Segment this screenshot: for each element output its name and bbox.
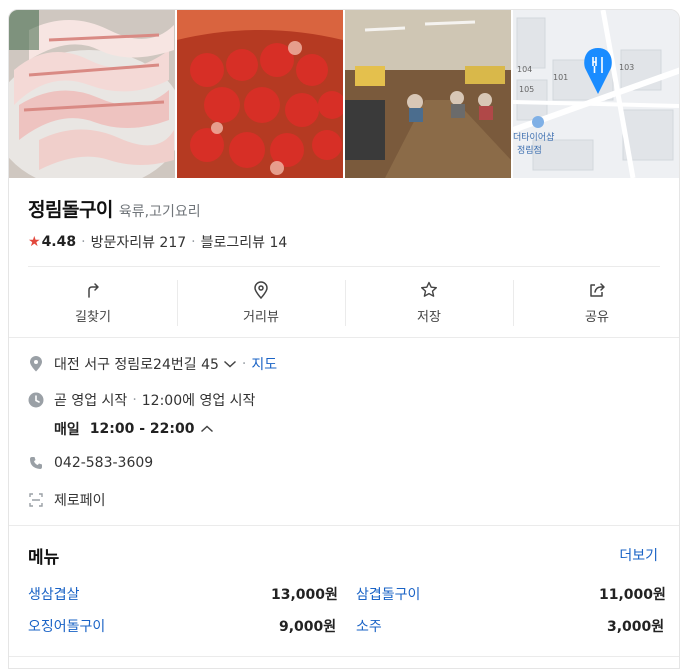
payment-method: 제로페이 (54, 493, 106, 509)
payment-row: 제로페이 (28, 490, 106, 510)
street-view-button[interactable]: 거리뷰 (177, 276, 345, 336)
hours-detail-row[interactable]: 매일 12:00 - 22:00 (54, 419, 214, 439)
map-label: 더타이어샵 (513, 132, 554, 143)
visitor-reviews-link[interactable]: 방문자리뷰 217 (91, 232, 187, 252)
menu-item-price: 13,000원 (271, 587, 338, 603)
photo-strip: 104 101 103 105 더타이어샵 정림점 (9, 10, 679, 178)
chevron-down-icon[interactable] (223, 359, 237, 369)
save-label: 저장 (417, 310, 441, 325)
menu-item-name: 생삼겹살 (28, 587, 80, 603)
chevron-up-icon[interactable] (200, 424, 214, 434)
menu-item[interactable]: 삼겹돌구이 (356, 584, 420, 604)
menu-item[interactable]: 소주 (356, 616, 382, 636)
rating-row: ★ 4.48 · 방문자리뷰 217 · 블로그리뷰 14 (28, 232, 288, 252)
map-label: 101 (553, 73, 568, 82)
menu-item-name: 오징어돌구이 (28, 619, 106, 635)
hours-time: 12:00 - 22:00 (89, 421, 195, 437)
share-button[interactable]: 공유 (513, 276, 679, 336)
hours-status-row: 곧 영업 시작 · 12:00에 영업 시작 (28, 390, 255, 410)
star-outline-icon (421, 281, 437, 297)
phone-icon (28, 455, 44, 471)
address-text: 대전 서구 정림로24번길 45 (54, 357, 219, 373)
star-icon: ★ (28, 234, 41, 250)
menu-more-link[interactable]: 더보기 (619, 545, 658, 565)
directions-icon (88, 283, 99, 298)
photo-restaurant-interior[interactable] (345, 10, 511, 178)
place-category: 육류,고기요리 (118, 204, 201, 220)
scan-icon (28, 492, 44, 508)
action-bar: 길찾기 거리뷰 저장 공유 (9, 276, 679, 336)
menu-item-name: 삼겹돌구이 (356, 587, 421, 603)
menu-item-price: 9,000원 (279, 619, 337, 635)
menu-item-name: 소주 (356, 619, 382, 635)
location-pin-icon (254, 281, 268, 300)
place-header: 정림돌구이 육류,고기요리 ★ 4.48 · 방문자리뷰 217 · 블로그리뷰… (28, 195, 287, 252)
menu-item[interactable]: 오징어돌구이 (28, 616, 105, 636)
phone-number[interactable]: 042-583-3609 (54, 455, 153, 471)
map-thumbnail[interactable]: 104 101 103 105 더타이어샵 정림점 (513, 10, 679, 178)
address-row: 대전 서구 정림로24번길 45 · 지도 (28, 354, 277, 374)
map-label: 103 (619, 63, 634, 72)
menu-title: 메뉴 (28, 548, 60, 568)
share-icon (590, 283, 605, 297)
business-status: 곧 영업 시작 (54, 393, 128, 409)
phone-row: 042-583-3609 (28, 455, 153, 471)
menu-item-price: 11,000원 (599, 587, 666, 603)
map-link[interactable]: 지도 (251, 354, 277, 374)
location-pin-icon (28, 356, 44, 372)
share-label: 공유 (585, 310, 609, 325)
divider (28, 266, 660, 267)
menu-item[interactable]: 생삼겹살 (28, 584, 80, 604)
place-name[interactable]: 정림돌구이 (28, 195, 113, 222)
map-label: 104 (517, 65, 532, 74)
directions-label: 길찾기 (75, 310, 111, 325)
divider (9, 656, 679, 657)
menu-item-price: 3,000원 (607, 619, 665, 635)
business-status-detail: 12:00에 영업 시작 (141, 393, 256, 409)
hours-day: 매일 (54, 422, 80, 438)
rating-score: 4.48 (41, 234, 77, 250)
save-button[interactable]: 저장 (345, 276, 513, 336)
map-label: 105 (519, 85, 534, 94)
directions-button[interactable]: 길찾기 (9, 276, 177, 336)
clock-icon (28, 392, 44, 408)
map-label: 정림점 (517, 144, 542, 156)
divider (9, 337, 679, 338)
place-card: 104 101 103 105 더타이어샵 정림점 정림돌구이 육류,고기요리 … (8, 9, 680, 669)
photo-pork-belly[interactable] (9, 10, 175, 178)
street-view-label: 거리뷰 (243, 310, 279, 325)
blog-reviews-link[interactable]: 블로그리뷰 14 (201, 232, 288, 252)
divider (9, 525, 679, 526)
photo-strawberries[interactable] (177, 10, 343, 178)
